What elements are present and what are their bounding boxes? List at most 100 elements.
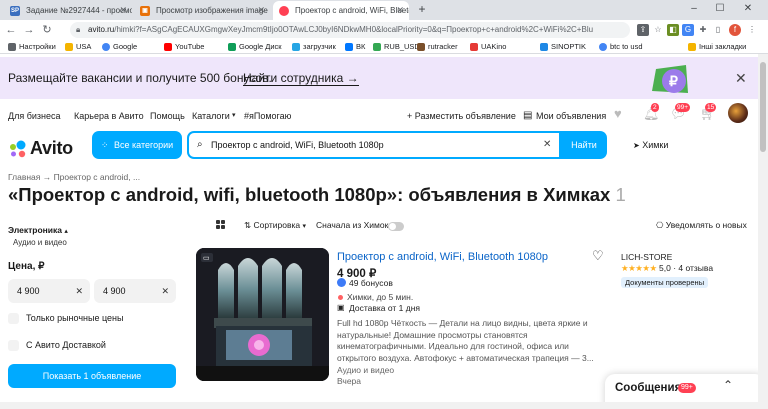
listing-description: Full hd 1080p Чёткость — Детали на лицо … xyxy=(337,318,594,363)
listing-category: Аудио и видео xyxy=(337,365,395,375)
search-icon: ⌕ xyxy=(197,139,203,150)
heart-icon[interactable]: ♥ xyxy=(614,106,622,121)
browser-tab-2[interactable]: ▣ Просмотр изображения image ✕ xyxy=(134,1,270,20)
bookmark-item[interactable]: UAKino xyxy=(470,41,506,53)
profile-avatar[interactable]: f xyxy=(729,24,741,36)
seller-name[interactable]: LICH-STORE xyxy=(621,252,672,262)
close-icon[interactable]: ✕ xyxy=(396,1,404,20)
notify-new-button[interactable]: ⎔ Уведомлять о новых xyxy=(656,220,747,231)
maximize-icon[interactable]: ☐ xyxy=(710,0,730,18)
promo-badge-icon: ₽ xyxy=(652,65,688,93)
nav-link-ipomogayu[interactable]: #яПомогаю xyxy=(244,111,291,121)
bonus-icon xyxy=(337,278,346,287)
extension-icon[interactable]: ◧ xyxy=(667,24,679,36)
search-input[interactable]: ⌕ Проектор с android, WiFi, Bluetooth 10… xyxy=(187,131,561,159)
location-dot-icon xyxy=(338,295,343,300)
drive-icon xyxy=(228,43,236,51)
horizontal-scrollbar[interactable] xyxy=(0,402,758,409)
new-tab-button[interactable]: + xyxy=(412,0,432,18)
nav-link-help[interactable]: Помощь xyxy=(150,111,185,121)
currency-icon xyxy=(373,43,381,51)
browser-tab-3-active[interactable]: Проектор с android, WiFi, Blueto ✕ xyxy=(273,1,409,20)
show-results-button[interactable]: Показать 1 объявление xyxy=(8,364,176,388)
extension-icon[interactable]: G xyxy=(682,24,694,36)
filter-subcategory[interactable]: Аудио и видео xyxy=(13,238,67,247)
bookmark-item[interactable]: SINOPTIK xyxy=(540,41,586,53)
back-icon[interactable]: ← xyxy=(4,22,18,38)
bookmark-item[interactable]: YouTube xyxy=(164,41,204,53)
browser-tab-bar: SP Задание №2927444 - просмотр ✕ ▣ Просм… xyxy=(0,0,768,20)
bookmark-item[interactable]: Google xyxy=(102,41,137,53)
logo-text[interactable]: Avito xyxy=(30,138,73,159)
reload-icon[interactable]: ↻ xyxy=(40,22,54,38)
documents-verified-badge: Документы проверены xyxy=(621,277,709,288)
menu-icon[interactable]: ⋮ xyxy=(746,24,758,36)
bookmark-item[interactable]: Інші закладки xyxy=(688,41,746,53)
cart-badge: 15 xyxy=(705,103,717,112)
grid-dots-icon: ⁘ xyxy=(101,140,109,150)
address-bar-row: ← → ↻ 🔒︎ avito.ru/himki?f=ASgCAgECAUXGmg… xyxy=(0,20,768,40)
chevron-up-icon[interactable]: ⌃ xyxy=(723,378,733,392)
listing-title[interactable]: Проектор с android, WiFi, Bluetooth 1080… xyxy=(337,251,548,263)
market-prices-label: Только рыночные цены xyxy=(26,313,124,323)
favorite-heart-icon[interactable]: ♡ xyxy=(592,248,604,264)
vertical-scrollbar[interactable] xyxy=(758,54,768,409)
url-path: /himki?f=ASgCAgECAUXGmgwXeyJmcm9tIjo0OTA… xyxy=(114,25,594,34)
price-from-input[interactable]: 4 900 ✕ xyxy=(8,279,90,303)
promo-link[interactable]: Найти сотрудника → xyxy=(243,71,359,86)
all-categories-button[interactable]: ⁘ Все категории xyxy=(92,131,182,159)
messages-count-badge: 99+ xyxy=(678,383,696,393)
search-button[interactable]: Найти xyxy=(561,131,607,159)
grid-view-icon[interactable] xyxy=(216,220,226,230)
price-to-input[interactable]: 4 900 ✕ xyxy=(94,279,176,303)
sort-dropdown[interactable]: ⇅ Сортировка ▾ xyxy=(244,220,306,231)
listing-date: Вчера xyxy=(337,376,361,386)
avito-delivery-checkbox[interactable] xyxy=(8,340,19,351)
bookmark-item[interactable]: загрузчик xyxy=(292,41,336,53)
close-icon[interactable]: ✕ xyxy=(257,1,265,20)
minimize-icon[interactable]: – xyxy=(684,0,704,18)
close-icon[interactable]: ✕ xyxy=(735,70,747,87)
clear-icon[interactable]: ✕ xyxy=(75,279,83,303)
share-icon[interactable]: ⇪ xyxy=(637,24,649,36)
sidebar-icon[interactable]: ▯ xyxy=(712,24,724,36)
window-close-icon[interactable]: ✕ xyxy=(738,0,758,18)
url-input[interactable]: 🔒︎ avito.ru/himki?f=ASgCAgECAUXGmgwXeyJm… xyxy=(70,22,630,38)
bookmark-item[interactable]: RUB_USD xyxy=(373,41,420,53)
listing-photo[interactable]: ▭ xyxy=(196,248,329,381)
nav-link-career[interactable]: Карьера в Авито xyxy=(74,111,144,121)
forward-icon[interactable]: → xyxy=(22,22,36,38)
close-icon[interactable]: ✕ xyxy=(119,1,127,20)
bookmark-item[interactable]: Настройки xyxy=(8,41,56,53)
nearby-first-toggle[interactable] xyxy=(388,222,404,231)
tab-label: Задание №2927444 - просмотр xyxy=(26,6,132,15)
lock-icon: 🔒︎ xyxy=(76,25,81,34)
google-icon xyxy=(102,43,110,51)
browser-tab-1[interactable]: SP Задание №2927444 - просмотр ✕ xyxy=(4,1,132,20)
bookmark-item[interactable]: Google Диск xyxy=(228,41,282,53)
avatar[interactable] xyxy=(728,103,748,123)
location-selector[interactable]: ➤ Химки xyxy=(633,140,668,150)
my-ads-link[interactable]: Мои объявления xyxy=(536,111,606,121)
results-count: 1 xyxy=(615,184,626,205)
sp-favicon-icon: SP xyxy=(10,6,20,16)
bookmark-item[interactable]: ВК xyxy=(345,41,365,53)
scrollbar-thumb[interactable] xyxy=(760,62,766,152)
bookmark-item[interactable]: btc to usd xyxy=(599,41,643,53)
clear-icon[interactable]: ✕ xyxy=(543,133,551,157)
svg-text:₽: ₽ xyxy=(669,73,678,89)
post-ad-link[interactable]: + Разместить объявление xyxy=(407,111,516,121)
puzzle-icon[interactable]: ✚ xyxy=(697,24,709,36)
bookmark-item[interactable]: rutracker xyxy=(417,41,458,53)
nav-link-business[interactable]: Для бизнеса xyxy=(8,111,61,121)
breadcrumb[interactable]: Главная → Проектор с android, ... xyxy=(8,172,140,182)
star-icon[interactable]: ☆ xyxy=(652,24,664,36)
clear-icon[interactable]: ✕ xyxy=(161,279,169,303)
filter-category[interactable]: Электроника ▴ xyxy=(8,225,68,235)
bookmark-item[interactable]: USA xyxy=(65,41,91,53)
nav-link-catalogs[interactable]: Каталоги xyxy=(192,111,230,121)
location-arrow-icon: ➤ xyxy=(633,141,640,150)
market-prices-checkbox[interactable] xyxy=(8,313,19,324)
messages-title: Сообщения xyxy=(615,382,682,394)
download-icon xyxy=(292,43,300,51)
